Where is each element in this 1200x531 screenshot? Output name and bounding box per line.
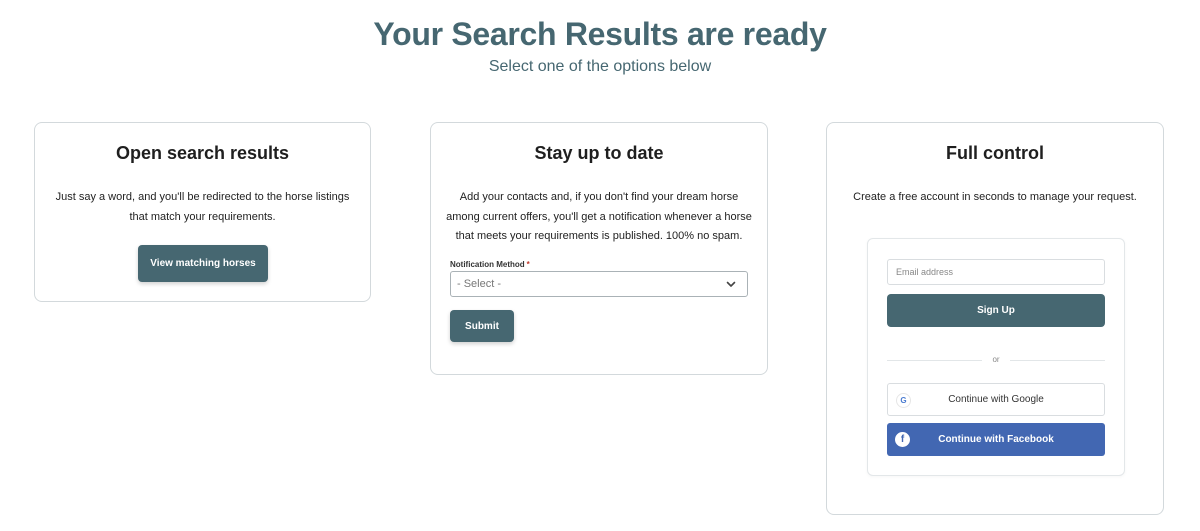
card-description-line: among current offers, you'll get a notif… — [446, 210, 752, 223]
notification-method-select[interactable]: - Select - — [450, 271, 748, 297]
card-description-line: Just say a word, and you'll be redirecte… — [55, 191, 350, 203]
continue-with-google-button[interactable]: G Continue with Google — [887, 383, 1105, 416]
divider-text: or — [992, 355, 1000, 364]
card-description-line: that match your requirements. — [129, 210, 276, 223]
google-button-label: Continue with Google — [948, 394, 1044, 405]
sign-up-button[interactable]: Sign Up — [887, 294, 1105, 327]
or-divider: or — [887, 354, 1105, 366]
page-subtitle: Select one of the options below — [488, 58, 712, 75]
google-icon: G — [896, 393, 911, 408]
card-description-line: Add your contacts and, if you don't find… — [459, 191, 739, 203]
continue-with-facebook-button[interactable]: f Continue with Facebook — [887, 423, 1105, 456]
card-title: Open search results — [115, 143, 290, 163]
card-description: Create a free account in seconds to mana… — [853, 191, 1137, 203]
page-header: Your Search Results are ready Select one… — [0, 14, 1200, 78]
signup-panel: Sign Up or G Continue with Google f Cont… — [867, 238, 1125, 476]
full-control-card: Full control Create a free account in se… — [826, 122, 1164, 515]
notification-method-label-text: Notification Method — [450, 260, 525, 269]
notification-method-label: Notification Method * — [450, 260, 530, 269]
card-description: Add your contacts and, if you don't find… — [431, 188, 767, 247]
email-field[interactable] — [887, 259, 1105, 285]
stay-up-to-date-card: Stay up to date Add your contacts and, i… — [430, 122, 768, 375]
chevron-down-icon — [726, 281, 736, 287]
page-title: Your Search Results are ready — [373, 16, 827, 52]
facebook-icon: f — [895, 432, 910, 447]
card-title: Stay up to date — [534, 143, 664, 163]
submit-button[interactable]: Submit — [450, 310, 514, 342]
facebook-button-label: Continue with Facebook — [938, 434, 1054, 445]
card-description: Just say a word, and you'll be redirecte… — [35, 188, 370, 227]
required-marker: * — [526, 260, 530, 269]
card-description-line: that meets your requirements is publishe… — [455, 230, 743, 242]
select-value: - Select - — [457, 278, 502, 290]
view-matching-horses-button[interactable]: View matching horses — [138, 245, 268, 282]
open-results-card: Open search results Just say a word, and… — [34, 122, 371, 302]
card-title: Full control — [946, 143, 1044, 163]
